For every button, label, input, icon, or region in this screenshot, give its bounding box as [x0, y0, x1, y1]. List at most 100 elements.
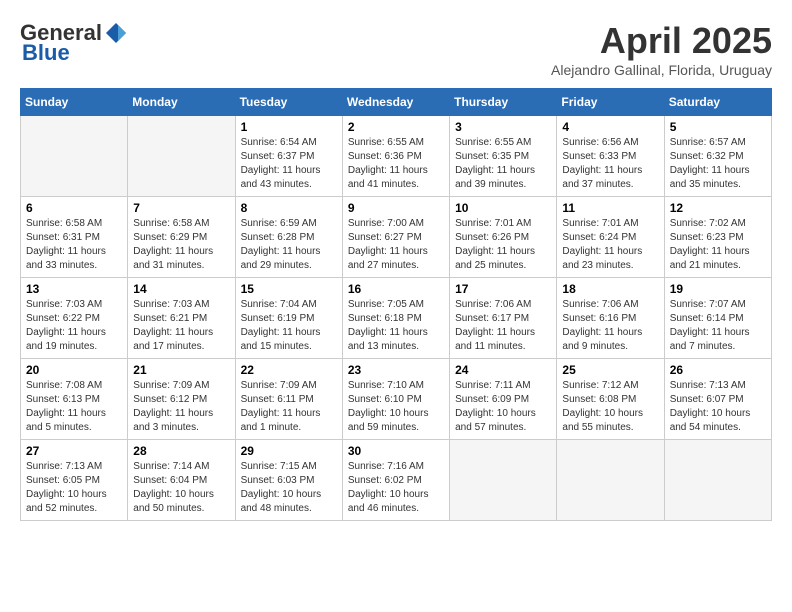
calendar-cell [128, 116, 235, 197]
day-number: 21 [133, 363, 229, 377]
day-number: 11 [562, 201, 658, 215]
day-info: Sunrise: 7:03 AM Sunset: 6:22 PM Dayligh… [26, 298, 122, 354]
day-header-tuesday: Tuesday [235, 89, 342, 116]
day-number: 25 [562, 363, 658, 377]
calendar-header-row: SundayMondayTuesdayWednesdayThursdayFrid… [21, 89, 772, 116]
calendar-week-row: 6Sunrise: 6:58 AM Sunset: 6:31 PM Daylig… [21, 197, 772, 278]
calendar-cell: 26 Sunrise: 7:13 AM Sunset: 6:07 PM Dayli… [664, 359, 771, 440]
calendar-cell: 3 Sunrise: 6:55 AM Sunset: 6:35 PM Daylig… [450, 116, 557, 197]
page-header: General Blue April 2025 Alejandro Gallin… [20, 20, 772, 78]
calendar-cell [557, 440, 664, 521]
day-info: Sunrise: 7:06 AM Sunset: 6:17 PM Dayligh… [455, 298, 551, 354]
calendar-week-row: 1Sunrise: 6:54 AM Sunset: 6:37 PM Daylig… [21, 116, 772, 197]
day-info: Sunrise: 7:06 AM Sunset: 6:16 PM Dayligh… [562, 298, 658, 354]
day-info: Sunrise: 7:12 AM Sunset: 6:08 PM Dayligh… [562, 379, 658, 435]
calendar-cell: 30 Sunrise: 7:16 AM Sunset: 6:02 PM Dayli… [342, 440, 449, 521]
day-info: Sunrise: 7:02 AM Sunset: 6:23 PM Dayligh… [670, 217, 766, 273]
day-header-wednesday: Wednesday [342, 89, 449, 116]
day-number: 17 [455, 282, 551, 296]
day-number: 28 [133, 444, 229, 458]
day-info: Sunrise: 7:04 AM Sunset: 6:19 PM Dayligh… [241, 298, 337, 354]
calendar-cell [664, 440, 771, 521]
day-number: 3 [455, 120, 551, 134]
day-number: 2 [348, 120, 444, 134]
day-number: 9 [348, 201, 444, 215]
calendar-cell: 15Sunrise: 7:04 AM Sunset: 6:19 PM Dayli… [235, 278, 342, 359]
day-info: Sunrise: 7:16 AM Sunset: 6:02 PM Dayligh… [348, 460, 444, 516]
calendar-cell: 4Sunrise: 6:56 AM Sunset: 6:33 PM Daylig… [557, 116, 664, 197]
day-number: 23 [348, 363, 444, 377]
month-title: April 2025 [551, 20, 772, 62]
calendar-cell: 5Sunrise: 6:57 AM Sunset: 6:32 PM Daylig… [664, 116, 771, 197]
day-number: 12 [670, 201, 766, 215]
calendar-cell: 28 Sunrise: 7:14 AM Sunset: 6:04 PM Dayli… [128, 440, 235, 521]
day-number: 18 [562, 282, 658, 296]
calendar-cell: 25 Sunrise: 7:12 AM Sunset: 6:08 PM Dayli… [557, 359, 664, 440]
day-info: Sunrise: 6:55 AM Sunset: 6:36 PM Dayligh… [348, 136, 444, 192]
day-info: Sunrise: 7:01 AM Sunset: 6:26 PM Dayligh… [455, 217, 551, 273]
calendar-week-row: 20 Sunrise: 7:08 AM Sunset: 6:13 PM Dayli… [21, 359, 772, 440]
day-number: 24 [455, 363, 551, 377]
calendar-cell: 9 Sunrise: 7:00 AM Sunset: 6:27 PM Daylig… [342, 197, 449, 278]
calendar-cell: 22 Sunrise: 7:09 AM Sunset: 6:11 PM Dayli… [235, 359, 342, 440]
day-number: 19 [670, 282, 766, 296]
day-info: Sunrise: 7:01 AM Sunset: 6:24 PM Dayligh… [562, 217, 658, 273]
title-area: April 2025 Alejandro Gallinal, Florida, … [551, 20, 772, 78]
logo-blue-text: Blue [22, 40, 70, 66]
calendar-cell: 23Sunrise: 7:10 AM Sunset: 6:10 PM Dayli… [342, 359, 449, 440]
calendar-cell: 12 Sunrise: 7:02 AM Sunset: 6:23 PM Dayli… [664, 197, 771, 278]
calendar-cell: 14Sunrise: 7:03 AM Sunset: 6:21 PM Dayli… [128, 278, 235, 359]
calendar-cell: 24Sunrise: 7:11 AM Sunset: 6:09 PM Dayli… [450, 359, 557, 440]
day-number: 7 [133, 201, 229, 215]
day-info: Sunrise: 7:09 AM Sunset: 6:11 PM Dayligh… [241, 379, 337, 435]
calendar-cell: 18 Sunrise: 7:06 AM Sunset: 6:16 PM Dayli… [557, 278, 664, 359]
day-info: Sunrise: 6:59 AM Sunset: 6:28 PM Dayligh… [241, 217, 337, 273]
day-info: Sunrise: 7:03 AM Sunset: 6:21 PM Dayligh… [133, 298, 229, 354]
day-number: 8 [241, 201, 337, 215]
day-number: 6 [26, 201, 122, 215]
day-info: Sunrise: 6:58 AM Sunset: 6:29 PM Dayligh… [133, 217, 229, 273]
calendar-cell: 6Sunrise: 6:58 AM Sunset: 6:31 PM Daylig… [21, 197, 128, 278]
location-subtitle: Alejandro Gallinal, Florida, Uruguay [551, 62, 772, 78]
day-number: 16 [348, 282, 444, 296]
calendar-cell: 16Sunrise: 7:05 AM Sunset: 6:18 PM Dayli… [342, 278, 449, 359]
day-info: Sunrise: 6:54 AM Sunset: 6:37 PM Dayligh… [241, 136, 337, 192]
calendar-cell: 17 Sunrise: 7:06 AM Sunset: 6:17 PM Dayli… [450, 278, 557, 359]
day-info: Sunrise: 7:15 AM Sunset: 6:03 PM Dayligh… [241, 460, 337, 516]
day-header-saturday: Saturday [664, 89, 771, 116]
day-info: Sunrise: 7:08 AM Sunset: 6:13 PM Dayligh… [26, 379, 122, 435]
day-header-sunday: Sunday [21, 89, 128, 116]
calendar-cell: 8 Sunrise: 6:59 AM Sunset: 6:28 PM Daylig… [235, 197, 342, 278]
calendar-cell: 2 Sunrise: 6:55 AM Sunset: 6:36 PM Daylig… [342, 116, 449, 197]
calendar-cell: 21Sunrise: 7:09 AM Sunset: 6:12 PM Dayli… [128, 359, 235, 440]
day-info: Sunrise: 6:55 AM Sunset: 6:35 PM Dayligh… [455, 136, 551, 192]
day-number: 5 [670, 120, 766, 134]
calendar-cell: 20 Sunrise: 7:08 AM Sunset: 6:13 PM Dayli… [21, 359, 128, 440]
logo: General Blue [20, 20, 128, 66]
day-info: Sunrise: 7:00 AM Sunset: 6:27 PM Dayligh… [348, 217, 444, 273]
calendar-week-row: 13 Sunrise: 7:03 AM Sunset: 6:22 PM Dayli… [21, 278, 772, 359]
calendar-cell [450, 440, 557, 521]
logo-icon [104, 21, 128, 45]
calendar-cell: 11 Sunrise: 7:01 AM Sunset: 6:24 PM Dayli… [557, 197, 664, 278]
calendar-table: SundayMondayTuesdayWednesdayThursdayFrid… [20, 88, 772, 521]
day-number: 27 [26, 444, 122, 458]
day-number: 26 [670, 363, 766, 377]
day-info: Sunrise: 7:13 AM Sunset: 6:05 PM Dayligh… [26, 460, 122, 516]
day-header-friday: Friday [557, 89, 664, 116]
calendar-cell [21, 116, 128, 197]
calendar-cell: 29 Sunrise: 7:15 AM Sunset: 6:03 PM Dayli… [235, 440, 342, 521]
day-number: 22 [241, 363, 337, 377]
calendar-cell: 13 Sunrise: 7:03 AM Sunset: 6:22 PM Dayli… [21, 278, 128, 359]
day-number: 13 [26, 282, 122, 296]
day-number: 20 [26, 363, 122, 377]
calendar-week-row: 27 Sunrise: 7:13 AM Sunset: 6:05 PM Dayli… [21, 440, 772, 521]
day-number: 10 [455, 201, 551, 215]
day-info: Sunrise: 7:14 AM Sunset: 6:04 PM Dayligh… [133, 460, 229, 516]
day-info: Sunrise: 7:13 AM Sunset: 6:07 PM Dayligh… [670, 379, 766, 435]
day-header-thursday: Thursday [450, 89, 557, 116]
day-info: Sunrise: 6:56 AM Sunset: 6:33 PM Dayligh… [562, 136, 658, 192]
day-number: 29 [241, 444, 337, 458]
day-number: 30 [348, 444, 444, 458]
calendar-cell: 7 Sunrise: 6:58 AM Sunset: 6:29 PM Daylig… [128, 197, 235, 278]
